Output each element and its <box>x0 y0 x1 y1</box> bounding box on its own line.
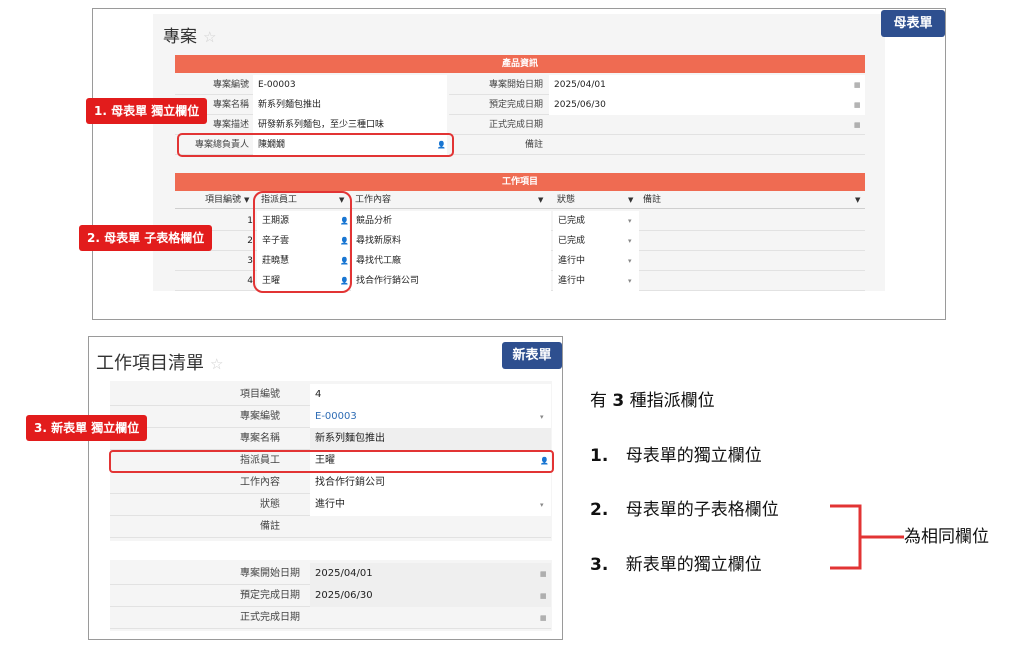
chevron-down-icon[interactable]: ▾ <box>540 406 544 428</box>
field-row: 項目編號 4 <box>110 384 551 406</box>
field-row: 專案編號 E-00003 <box>175 75 447 95</box>
chevron-down-icon[interactable]: ▼ <box>538 191 543 209</box>
notes-heading: 有 3 種指派欄位 <box>590 391 715 411</box>
section-product-header: 產品資訊 <box>175 55 865 73</box>
highlight-assignee-field <box>109 450 554 473</box>
start-date-field: 2025/04/01 <box>310 563 551 585</box>
notes-item-1: 1. 母表單的獨立欄位 <box>590 446 762 466</box>
field-row: 專案開始日期 2025/04/01 ▦ <box>110 563 551 585</box>
calendar-icon[interactable]: ▦ <box>854 75 861 95</box>
item-no-field[interactable]: 4 <box>310 384 551 406</box>
chevron-down-icon[interactable]: ▾ <box>628 231 632 251</box>
field-row: 工作內容 找合作行銷公司 <box>110 472 551 494</box>
field-row: 備註 <box>110 516 551 538</box>
field-row: 預定完成日期 2025/06/30 ▦ <box>110 585 551 607</box>
callout-2: 2. 母表單 子表格欄位 <box>79 225 213 251</box>
notes-item-2: 2. 母表單的子表格欄位 <box>590 500 779 520</box>
field-row: 備註 <box>449 135 865 155</box>
chevron-down-icon[interactable]: ▾ <box>540 494 544 516</box>
status-select[interactable]: 進行中 <box>310 494 551 516</box>
star-icon[interactable]: ☆ <box>210 355 223 373</box>
work-content-field[interactable]: 找合作行銷公司 <box>310 472 551 494</box>
field-row: 狀態 進行中 ▾ <box>110 494 551 516</box>
section-work-header: 工作項目 <box>175 173 865 191</box>
highlight-owner-field <box>177 133 454 157</box>
chevron-down-icon[interactable]: ▼ <box>628 191 633 209</box>
field-row: 正式完成日期 ▦ <box>449 115 865 135</box>
new-form-panel: 工作項目清單 ☆ 新表單 項目編號 4 專案編號 E-00003 ▾ 專案名稱 新… <box>88 336 563 640</box>
project-no-field[interactable]: E-00003 <box>253 75 447 95</box>
field-row: 專案名稱 新系列麵包推出 <box>175 95 447 115</box>
due-date-field[interactable]: 2025/06/30 <box>549 95 865 115</box>
new-form-badge: 新表單 <box>502 342 562 369</box>
chevron-down-icon[interactable]: ▾ <box>628 251 632 271</box>
notes-item-3: 3. 新表單的獨立欄位 <box>590 555 762 575</box>
star-icon[interactable]: ☆ <box>203 28 216 46</box>
chevron-down-icon[interactable]: ▼ <box>244 191 249 209</box>
field-row: 專案描述 研發新系列麵包，至少三種口味 <box>175 115 447 135</box>
callout-3: 3. 新表單 獨立欄位 <box>26 415 148 441</box>
parent-form-panel: 專案 ☆ 母表單 產品資訊 專案編號 E-00003 專案名稱 新系列麵包推出 專… <box>92 8 946 320</box>
field-row: 預定完成日期 2025/06/30 ▦ <box>449 95 865 115</box>
calendar-icon[interactable]: ▦ <box>854 115 861 135</box>
field-row: 專案名稱 新系列麵包推出 <box>110 428 551 450</box>
calendar-icon: ▦ <box>540 592 547 600</box>
project-name-field: 新系列麵包推出 <box>310 428 551 450</box>
bracket-connector <box>830 504 904 570</box>
page-title: 工作項目清單 ☆ <box>96 353 224 374</box>
field-row: 正式完成日期 ▦ <box>110 607 551 629</box>
calendar-icon: ▦ <box>540 570 547 578</box>
chevron-down-icon[interactable]: ▾ <box>628 271 632 291</box>
spacer <box>110 541 552 560</box>
due-date-field: 2025/06/30 <box>310 585 551 607</box>
field-row: 專案開始日期 2025/04/01 ▦ <box>449 75 865 95</box>
callout-1: 1. 母表單 獨立欄位 <box>86 98 208 124</box>
notes-conclusion: 為相同欄位 <box>904 527 989 547</box>
project-no-link[interactable]: E-00003 <box>310 406 551 428</box>
chevron-down-icon[interactable]: ▼ <box>855 191 860 209</box>
page-title: 專案 ☆ <box>163 27 217 47</box>
highlight-subtable-employee <box>253 191 352 293</box>
field-row: 專案編號 E-00003 ▾ <box>110 406 551 428</box>
project-desc-field[interactable]: 研發新系列麵包，至少三種口味 <box>253 115 447 135</box>
calendar-icon[interactable]: ▦ <box>854 95 861 115</box>
calendar-icon: ▦ <box>540 614 547 622</box>
start-date-field[interactable]: 2025/04/01 <box>549 75 865 95</box>
chevron-down-icon[interactable]: ▾ <box>628 211 632 231</box>
parent-form-badge: 母表單 <box>881 10 945 37</box>
project-name-field[interactable]: 新系列麵包推出 <box>253 95 447 115</box>
